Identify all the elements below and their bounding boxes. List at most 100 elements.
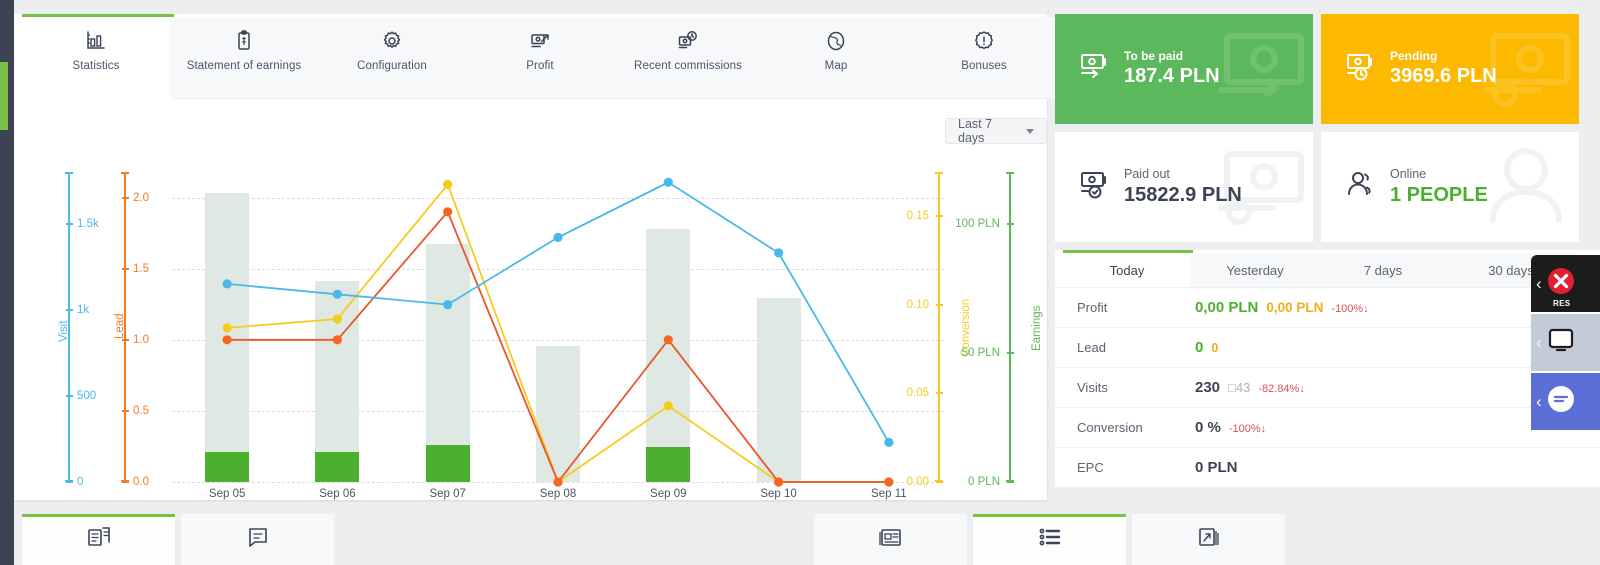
axis-tick-label: 0	[77, 476, 84, 488]
card-pending[interactable]: Pending 3969.6 PLN	[1321, 14, 1579, 124]
row-delta: -82.84%↓	[1258, 383, 1305, 395]
nav-underline	[174, 98, 1047, 99]
statistics-panel: Statistics Statement of earnings Configu…	[14, 14, 1058, 500]
chevron-left-icon: ‹	[1536, 274, 1542, 293]
axis-tickmark	[122, 267, 129, 270]
row-label: Conversion	[1077, 420, 1143, 435]
chart-bar-visits	[646, 228, 691, 482]
tab-label: Configuration	[357, 60, 427, 72]
row-primary-value: 0 %	[1195, 419, 1221, 436]
bottom-tabs[interactable]	[14, 514, 1600, 565]
card-to-be-paid[interactable]: To be paid 187.4 PLN	[1055, 14, 1313, 124]
tab-label: Profit	[526, 60, 554, 72]
tab-statement-of-earnings[interactable]: Statement of earnings	[170, 17, 318, 99]
card-value: 3969.6 PLN	[1390, 65, 1497, 88]
date-range-label: Last 7 days	[958, 117, 993, 145]
chart-bar-earnings	[425, 444, 470, 482]
axis-tickmark	[122, 409, 129, 412]
axis-tick-label: 0.00	[906, 476, 929, 488]
axis-tick-label: 0.05	[906, 387, 929, 400]
row-label: Profit	[1077, 300, 1108, 315]
row-secondary-value: □43	[1228, 380, 1251, 395]
row-values: 0 PLN	[1195, 459, 1238, 476]
cash-ghost-icon	[1205, 24, 1313, 115]
tab-statistics[interactable]: Statistics	[22, 17, 170, 99]
row-primary-value: 0,00 PLN	[1195, 299, 1259, 316]
row-values: 0 0	[1195, 339, 1218, 356]
axis-tickmark	[122, 481, 129, 483]
tab-label: Statement of earnings	[186, 60, 302, 72]
row-label: EPC	[1077, 460, 1104, 475]
globe-icon	[823, 28, 849, 54]
card-paid-out[interactable]: Paid out 15822.9 PLN	[1055, 132, 1313, 242]
list-icon	[1036, 523, 1064, 556]
axis-title-earnings: Earnings	[1031, 305, 1043, 351]
active-accent	[973, 514, 1126, 517]
tab-configuration[interactable]: Configuration	[318, 17, 466, 99]
axis-tickmark	[1007, 481, 1014, 483]
arrow-down-icon: ↓	[1363, 303, 1369, 315]
row-secondary-value: 0,00 PLN	[1266, 300, 1324, 315]
chart-gridline	[172, 197, 944, 199]
cash-arrow-icon	[1077, 50, 1111, 89]
tab-profit[interactable]: Profit	[466, 17, 614, 99]
chart-bar-visits	[536, 345, 580, 482]
tab-map[interactable]: Map	[762, 17, 910, 99]
bottom-tab-documents[interactable]	[22, 514, 175, 565]
chart-bar-visits	[205, 192, 250, 482]
news-icon	[877, 523, 905, 556]
stats-tab-yesterday[interactable]: Yesterday	[1191, 253, 1319, 287]
bottom-tab-bar	[14, 514, 1600, 565]
unique-visits-icon: □	[1228, 380, 1236, 395]
monitor-icon	[1546, 325, 1576, 360]
stats-active-tab-accent	[1063, 250, 1193, 253]
axis-tick-label: 1.0	[133, 333, 149, 346]
chart-axis-conversion	[935, 172, 943, 482]
axis-tick-label: 2.0	[133, 191, 149, 204]
row-values: 0,00 PLN 0,00 PLN -100%↓	[1195, 299, 1369, 316]
stats-tab-7-days[interactable]: 7 days	[1319, 253, 1447, 287]
axis-tick-label: 0.0	[133, 476, 149, 488]
axis-tick-label: 0.5	[133, 404, 149, 417]
card-value: 15822.9 PLN	[1124, 183, 1242, 206]
card-title: Online	[1390, 166, 1427, 181]
date-range-dropdown[interactable]: Last 7 days	[945, 117, 1047, 145]
bottom-tab-external-link[interactable]	[1132, 514, 1285, 565]
axis-tick-label: 0.15	[906, 210, 929, 223]
bottom-tab-chat-document[interactable]	[181, 514, 334, 565]
axis-tick-label: 100 PLN	[955, 217, 1000, 230]
axis-tickmark	[66, 481, 73, 483]
chart-x-label: Sep 08	[539, 488, 577, 500]
stats-row-visits: Visits 230 □43 -82.84%↓	[1055, 367, 1600, 407]
bottom-tab-news[interactable]	[814, 514, 967, 565]
arrow-down-icon: ↓	[1260, 423, 1267, 435]
floating-side-tabs[interactable]: ‹ RES ‹ ‹	[1531, 255, 1600, 430]
primary-nav-tabs[interactable]: Statistics Statement of earnings Configu…	[22, 17, 1058, 99]
row-values: 230 □43 -82.84%↓	[1195, 379, 1305, 396]
axis-tick-label: 1.5	[133, 262, 149, 275]
stats-panel: Today Yesterday 7 days 30 days Profit 0,…	[1055, 250, 1600, 487]
card-text: Paid out 15822.9 PLN	[1124, 167, 1242, 208]
axis-tickmark	[122, 196, 129, 199]
stats-tab-today[interactable]: Today	[1063, 253, 1191, 287]
cash-clock-icon	[1343, 50, 1377, 89]
external-link-icon	[1195, 523, 1223, 556]
bottom-tab-list[interactable]	[973, 514, 1126, 565]
side-tab-rescue[interactable]: ‹ RES	[1531, 255, 1600, 312]
stats-row-conversion: Conversion 0 % -100%↓	[1055, 407, 1600, 447]
chart-x-label: Sep 10	[760, 488, 797, 500]
red-x-circle-icon	[1546, 266, 1576, 301]
money-arrow-up-icon	[527, 28, 553, 54]
side-tab-monitor[interactable]: ‹	[1531, 314, 1600, 371]
axis-tickmark	[66, 394, 73, 397]
side-tab-chat[interactable]: ‹	[1531, 373, 1600, 430]
tab-recent-commissions[interactable]: Recent commissions	[614, 17, 762, 99]
stats-period-tabs[interactable]: Today Yesterday 7 days 30 days	[1055, 250, 1600, 287]
tab-label: Map	[824, 60, 848, 72]
chart-bar-earnings	[646, 447, 691, 482]
tab-bonuses[interactable]: Bonuses	[910, 17, 1058, 99]
right-column: To be paid 187.4 PLN Pending 3969.6 PLN …	[1055, 14, 1600, 487]
axis-tickmark	[122, 338, 129, 341]
chart-x-label: Sep 06	[319, 488, 356, 500]
card-online[interactable]: Online 1 PEOPLE	[1321, 132, 1579, 242]
